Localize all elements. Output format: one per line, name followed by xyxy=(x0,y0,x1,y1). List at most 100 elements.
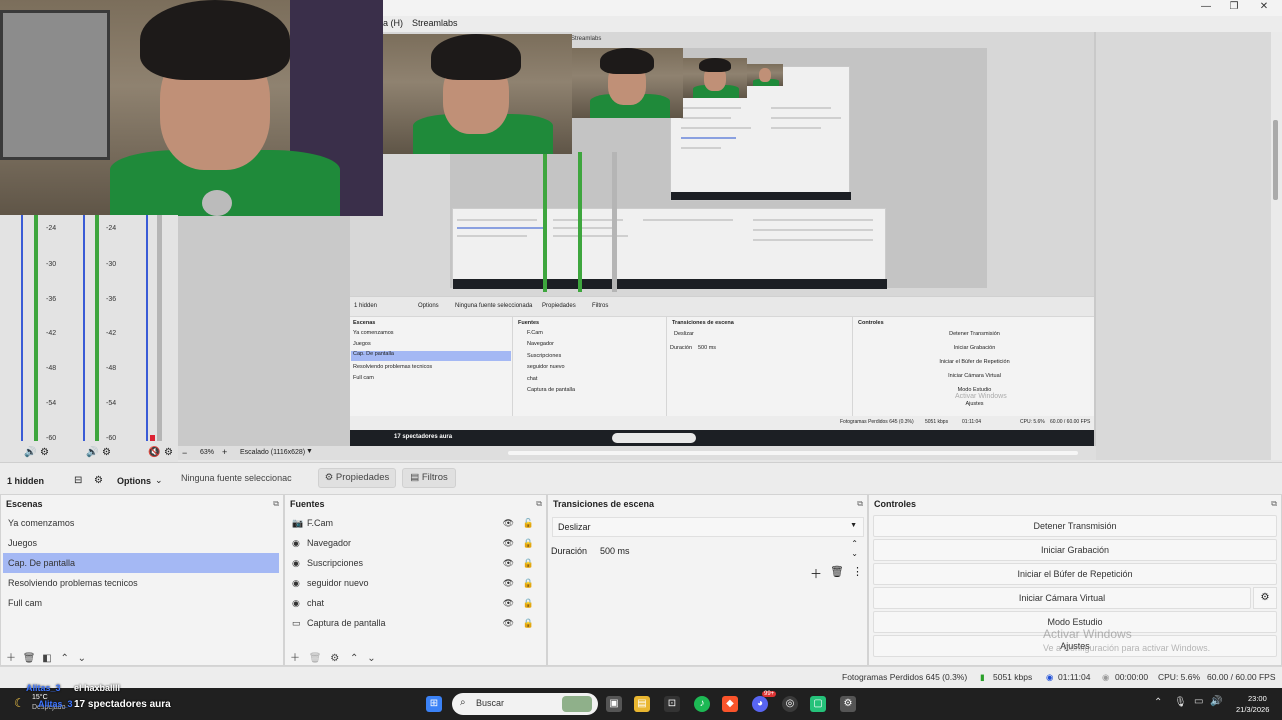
status-bar: Fotogramas Perdidos 645 (0.3%) ▮ 5051 kb… xyxy=(0,666,1282,688)
filters-button[interactable]: ▤ Filtros xyxy=(402,468,456,488)
chevron-up-icon[interactable]: ⌃ xyxy=(1154,697,1162,708)
chevron-down-icon[interactable]: ⌄ xyxy=(78,653,86,664)
eye-icon[interactable]: 👁 xyxy=(503,533,514,553)
dock-float-icon[interactable]: ⧉ xyxy=(1271,499,1277,509)
settings-icon[interactable]: ⚙ xyxy=(164,447,173,458)
more-icon[interactable]: ⋮ xyxy=(852,565,863,578)
preview-hscrollbar[interactable] xyxy=(508,451,1078,455)
scaling-dropdown-icon[interactable]: ▼ xyxy=(306,448,313,455)
nested-scenes-title: Escenas xyxy=(353,320,376,326)
source-item[interactable]: ▭ Captura de pantalla 👁 🔒 xyxy=(287,613,542,633)
settings-gear-icon[interactable]: ⚙ xyxy=(840,696,856,712)
trash-icon[interactable]: 🗑 xyxy=(309,653,322,664)
clock-time[interactable]: 23:00 xyxy=(1248,694,1267,703)
lock-icon[interactable]: 🔒 xyxy=(523,593,534,613)
eye-icon[interactable]: 👁 xyxy=(503,553,514,573)
obs-icon[interactable]: ◎ xyxy=(782,696,798,712)
nested-status-cpu: CPU: 5.6% xyxy=(1020,419,1045,425)
lock-icon[interactable]: 🔒 xyxy=(523,613,534,633)
unlock-icon[interactable]: 🔓 xyxy=(523,513,534,533)
menu-item-streamlabs[interactable]: Streamlabs xyxy=(412,18,458,28)
start-virtual-camera-button[interactable]: Iniciar Cámara Virtual xyxy=(873,587,1251,609)
advanced-settings-icon[interactable]: ⚙ xyxy=(94,475,103,486)
start-recording-button[interactable]: Iniciar Grabación xyxy=(873,539,1277,561)
scene-item[interactable]: Ya comenzamos xyxy=(3,513,279,533)
trash-icon[interactable]: 🗑 xyxy=(23,653,36,664)
task-view-icon[interactable]: ▣ xyxy=(606,696,622,712)
taskbar-search[interactable]: ⌕ Buscar xyxy=(452,693,598,715)
dock-float-icon[interactable]: ⧉ xyxy=(857,499,863,509)
minimize-button[interactable]: — xyxy=(1198,1,1214,13)
menu-item-help[interactable]: a (H) xyxy=(383,18,403,28)
windows-start-icon[interactable]: ⊞ xyxy=(426,696,442,712)
webcam-main xyxy=(0,0,383,216)
properties-button[interactable]: ⚙ Propiedades xyxy=(318,468,396,488)
eye-icon[interactable]: 👁 xyxy=(503,593,514,613)
chat-app-icon[interactable]: ▢ xyxy=(810,696,826,712)
volume-icon[interactable]: 🔊 xyxy=(24,447,36,458)
options-button[interactable]: Options xyxy=(117,476,151,486)
discord-icon[interactable]: ◕ xyxy=(752,696,768,712)
add-icon[interactable]: ＋ xyxy=(810,565,822,582)
meter-slider-2[interactable] xyxy=(83,215,85,441)
settings-icon[interactable]: ⚙ xyxy=(40,447,49,458)
eye-icon[interactable]: 👁 xyxy=(503,613,514,633)
mic-icon[interactable]: 🎙 xyxy=(1174,697,1187,708)
spotify-icon[interactable]: ♪ xyxy=(694,696,710,712)
volume-icon[interactable]: 🔊 xyxy=(86,447,98,458)
add-icon[interactable]: ＋ xyxy=(6,653,16,664)
brave-icon[interactable]: ◆ xyxy=(722,696,738,712)
chevron-up-icon[interactable]: ⌃ xyxy=(350,653,358,664)
scene-item[interactable]: Full cam xyxy=(3,593,279,613)
chevron-down-icon[interactable]: ⌄ xyxy=(155,475,163,486)
network-icon[interactable]: ▭ xyxy=(1194,696,1203,707)
source-item[interactable]: ◉ seguidor nuevo 👁 🔒 xyxy=(287,573,542,593)
meter-slider-1[interactable] xyxy=(21,215,23,441)
settings-icon[interactable]: ⚙ xyxy=(102,447,111,458)
scene-item[interactable]: Juegos xyxy=(3,533,279,553)
transition-select[interactable]: Deslizar ▼ xyxy=(552,517,864,537)
zoom-in-button[interactable]: + xyxy=(222,447,227,457)
duration-field[interactable]: 500 ms ⌃ ⌄ xyxy=(596,539,864,561)
layout-icon[interactable]: ⊟ xyxy=(74,475,82,486)
chevron-down-icon[interactable]: ⌄ xyxy=(367,653,375,664)
zoom-out-button[interactable]: − xyxy=(182,448,187,458)
filter-icon[interactable]: ◧ xyxy=(42,653,51,664)
stop-streaming-button[interactable]: Detener Transmisión xyxy=(873,515,1277,537)
sources-title: Fuentes xyxy=(290,499,325,509)
eye-icon[interactable]: 👁 xyxy=(503,513,514,533)
scene-item[interactable]: Resolviendo problemas tecnicos xyxy=(3,573,279,593)
gear-icon[interactable]: ⚙ xyxy=(330,653,339,664)
scene-item-selected[interactable]: Cap. De pantalla xyxy=(3,553,279,573)
right-scrollbar[interactable] xyxy=(1271,32,1282,460)
stepper-up-icon[interactable]: ⌃ xyxy=(851,539,858,548)
store-icon[interactable]: ⊡ xyxy=(664,696,680,712)
eye-icon[interactable]: 👁 xyxy=(503,573,514,593)
add-icon[interactable]: ＋ xyxy=(290,653,300,664)
start-replay-buffer-button[interactable]: Iniciar el Búfer de Repetición xyxy=(873,563,1277,585)
speaker-icon[interactable]: 🔊 xyxy=(1210,696,1222,707)
dock-float-icon[interactable]: ⧉ xyxy=(536,499,542,509)
close-button[interactable]: ✕ xyxy=(1256,1,1272,13)
file-explorer-icon[interactable]: ▤ xyxy=(634,696,650,712)
stepper-down-icon[interactable]: ⌄ xyxy=(851,549,858,558)
chevron-up-icon[interactable]: ⌃ xyxy=(61,653,69,664)
source-label: Navegador xyxy=(307,538,352,548)
meter-slider-3[interactable] xyxy=(146,215,148,441)
source-item[interactable]: ◉ Navegador 👁 🔒 xyxy=(287,533,542,553)
lock-icon[interactable]: 🔒 xyxy=(523,573,534,593)
lock-icon[interactable]: 🔒 xyxy=(523,533,534,553)
nested-overlay-text: 17 spectadores aura xyxy=(394,434,453,440)
nested-transitions-dock: Transiciones de escena Deslizar Duración… xyxy=(669,317,853,431)
restore-button[interactable]: ❐ xyxy=(1226,1,1242,13)
right-scrollbar-thumb[interactable] xyxy=(1273,120,1278,200)
source-item[interactable]: 📷 F.Cam 👁 🔓 xyxy=(287,513,542,533)
virtual-camera-settings-icon[interactable]: ⚙ xyxy=(1253,587,1277,609)
dock-float-icon[interactable]: ⧉ xyxy=(273,499,279,509)
source-item[interactable]: ◉ Suscripciones 👁 🔒 xyxy=(287,553,542,573)
muted-icon[interactable]: 🔇 xyxy=(148,447,160,458)
clock-date[interactable]: 21/3/2026 xyxy=(1236,705,1269,714)
source-item[interactable]: ◉ chat 👁 🔒 xyxy=(287,593,542,613)
trash-icon[interactable]: 🗑 xyxy=(830,565,844,578)
lock-icon[interactable]: 🔒 xyxy=(523,553,534,573)
